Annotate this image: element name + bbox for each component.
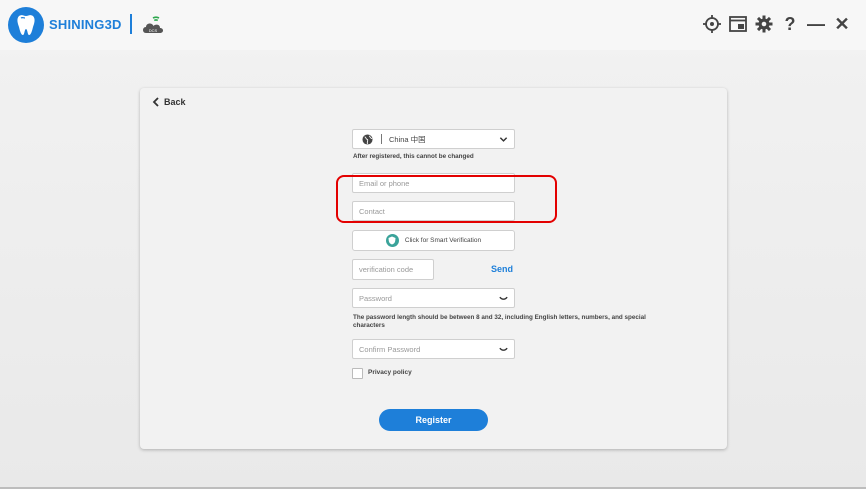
target-icon[interactable] xyxy=(702,12,722,36)
verification-code-input[interactable]: verification code xyxy=(352,259,434,280)
confirm-password-placeholder: Confirm Password xyxy=(359,344,421,354)
verification-code-placeholder: verification code xyxy=(359,265,414,274)
eye-closed-icon[interactable] xyxy=(499,294,508,303)
privacy-checkbox[interactable] xyxy=(352,368,363,379)
send-code-button[interactable]: Send xyxy=(491,264,513,274)
brand-name: SHINING3D xyxy=(49,17,122,32)
smart-verification-label: Click for Smart Verification xyxy=(404,237,482,244)
back-button[interactable]: Back xyxy=(152,97,186,107)
app-window: SHINING3D DCS ? — ✕ Back China 中国 After … xyxy=(0,0,866,489)
window-icon[interactable] xyxy=(728,12,748,36)
brand-divider xyxy=(130,14,132,34)
back-label: Back xyxy=(164,97,186,107)
password-hint: The password length should be between 8 … xyxy=(353,314,646,329)
register-button[interactable]: Register xyxy=(379,409,488,431)
title-bar: SHINING3D DCS ? — ✕ xyxy=(0,0,866,50)
minimize-icon[interactable]: — xyxy=(806,12,826,36)
chevron-left-icon xyxy=(152,97,159,107)
gear-icon[interactable] xyxy=(754,12,774,36)
country-value: China 中国 xyxy=(389,134,426,144)
highlight-outline xyxy=(336,175,557,223)
confirm-password-input[interactable]: Confirm Password xyxy=(352,339,515,359)
privacy-policy-label[interactable]: Privacy policy xyxy=(368,369,412,376)
cloud-label: DCS xyxy=(149,28,158,33)
select-separator xyxy=(381,134,382,144)
cloud-connection-icon[interactable]: DCS xyxy=(141,14,165,36)
globe-icon xyxy=(362,133,373,145)
tooth-logo-icon xyxy=(8,7,44,43)
password-placeholder: Password xyxy=(359,293,392,303)
eye-closed-icon[interactable] xyxy=(499,345,508,354)
password-input[interactable]: Password xyxy=(352,288,515,308)
close-icon[interactable]: ✕ xyxy=(832,12,852,36)
window-controls: ? — ✕ xyxy=(702,12,852,36)
chevron-down-icon xyxy=(499,137,508,142)
help-icon[interactable]: ? xyxy=(780,12,800,36)
country-select[interactable]: China 中国 xyxy=(352,129,515,149)
smart-verification-button[interactable]: Click for Smart Verification xyxy=(352,230,515,251)
shield-icon xyxy=(385,234,399,247)
register-card: Back China 中国 After registered, this can… xyxy=(140,88,727,449)
country-hint: After registered, this cannot be changed xyxy=(353,153,474,160)
